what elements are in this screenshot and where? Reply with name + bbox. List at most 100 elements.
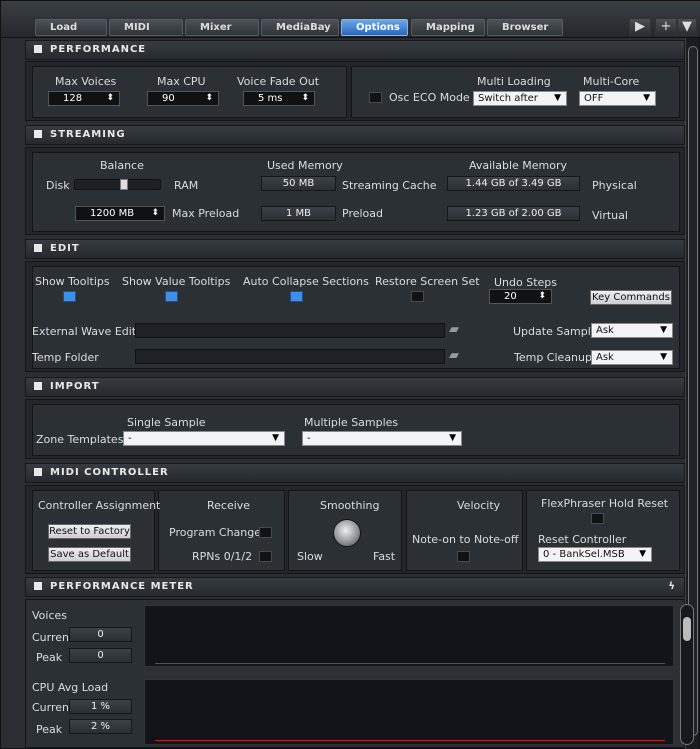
single-sample-select[interactable]: - ▼ xyxy=(123,431,285,446)
max-voices-input[interactable]: 128 ⬍ xyxy=(48,91,120,106)
tab-mixer[interactable]: Mixer xyxy=(185,19,259,36)
key-commands-button[interactable]: Key Commands xyxy=(590,290,672,305)
multi-core-label: Multi-Core xyxy=(583,75,640,88)
disk-label: Disk xyxy=(46,179,70,192)
lightning-icon[interactable]: ϟ xyxy=(668,578,676,596)
voices-label: Voices xyxy=(32,609,68,622)
performance-meter-panel: Voices Current 0 Peak 0 CPU Avg Load Cur… xyxy=(25,599,694,748)
preload-field: 1 MB xyxy=(261,206,336,221)
meter-scrollbar[interactable] xyxy=(680,604,694,745)
section-header-streaming[interactable]: STREAMING xyxy=(25,125,685,145)
max-preload-input[interactable]: 1200 MB ⬍ xyxy=(75,206,165,221)
folder-icon[interactable]: ▰ xyxy=(449,349,467,362)
show-tooltips-checkbox[interactable] xyxy=(63,291,76,302)
voice-fade-label: Voice Fade Out xyxy=(237,75,320,88)
smoothing-knob[interactable] xyxy=(333,519,361,547)
midi-controller-panel: Controller Assignment Reset to Factory S… xyxy=(25,485,685,574)
undo-steps-input[interactable]: 20 ⬍ xyxy=(489,289,552,304)
voices-meter xyxy=(144,605,674,667)
stepper-icon[interactable]: ⬍ xyxy=(106,92,114,105)
single-sample-label: Single Sample xyxy=(127,416,206,429)
tab-options[interactable]: Options xyxy=(341,19,408,36)
stepper-icon[interactable]: ⬍ xyxy=(301,92,309,105)
show-value-tooltips-checkbox[interactable] xyxy=(165,291,178,302)
collapse-icon[interactable] xyxy=(34,244,42,252)
multi-core-select[interactable]: OFF ▼ xyxy=(579,91,656,106)
stepper-icon[interactable]: ⬍ xyxy=(151,207,159,220)
balance-slider[interactable] xyxy=(74,179,161,190)
voices-current-label: Current xyxy=(32,631,74,644)
menu-icon[interactable]: ▼ xyxy=(677,18,697,36)
multi-core-value: OFF xyxy=(584,93,604,104)
streaming-panel: Balance Disk RAM Used Memory Available M… xyxy=(25,147,685,235)
multiple-samples-value: - xyxy=(307,433,311,444)
tab-mediabay[interactable]: MediaBay xyxy=(261,19,339,36)
voices-meter-line xyxy=(155,663,665,664)
section-header-import[interactable]: IMPORT xyxy=(25,377,685,397)
collapse-icon[interactable] xyxy=(34,45,42,53)
meter-scrollbar-thumb[interactable] xyxy=(683,617,691,641)
rpns-checkbox[interactable] xyxy=(259,551,272,562)
stepper-icon[interactable]: ⬍ xyxy=(538,290,546,303)
save-as-default-button[interactable]: Save as Default xyxy=(48,547,131,562)
external-wave-editor-input[interactable] xyxy=(135,323,445,338)
voices-peak-label: Peak xyxy=(36,651,63,664)
options-window: Load MIDI Mixer MediaBay Options Mapping… xyxy=(0,0,700,749)
max-cpu-input[interactable]: 90 ⬍ xyxy=(147,91,219,106)
collapse-icon[interactable] xyxy=(34,382,42,390)
temp-cleanup-select[interactable]: Ask ▼ xyxy=(591,350,673,365)
note-on-to-off-label: Note-on to Note-off xyxy=(412,533,519,546)
section-title: MIDI CONTROLLER xyxy=(50,467,169,478)
cpu-peak-field: 2 % xyxy=(69,719,132,734)
collapse-icon[interactable] xyxy=(34,468,42,476)
section-header-performance-meter[interactable]: PERFORMANCE METER ϟ xyxy=(25,577,685,597)
add-icon[interactable]: + xyxy=(655,18,677,36)
zone-templates-label: Zone Templates xyxy=(36,433,124,446)
program-changes-checkbox[interactable] xyxy=(259,527,272,538)
reset-controller-label: Reset Controller xyxy=(538,533,627,546)
collapse-icon[interactable] xyxy=(34,130,42,138)
temp-folder-input[interactable] xyxy=(135,349,445,364)
reset-controller-select[interactable]: 0 - BankSel.MSB ▼ xyxy=(538,547,652,562)
restore-screen-set-checkbox[interactable] xyxy=(411,291,424,302)
section-header-midi-controller[interactable]: MIDI CONTROLLER xyxy=(25,463,685,483)
show-value-tooltips-label: Show Value Tooltips xyxy=(122,275,231,288)
collapse-icon[interactable] xyxy=(34,582,42,590)
section-header-edit[interactable]: EDIT xyxy=(25,239,685,259)
physical-memory-field: 1.44 GB of 3.49 GB xyxy=(447,176,580,191)
smoothing-label: Smoothing xyxy=(320,499,380,512)
section-title: PERFORMANCE METER xyxy=(50,581,194,592)
update-sample-select[interactable]: Ask ▼ xyxy=(591,323,673,338)
streaming-cache-label: Streaming Cache xyxy=(342,179,437,192)
dropdown-icon: ▼ xyxy=(554,93,561,103)
velocity-label: Velocity xyxy=(457,499,501,512)
multi-loading-select[interactable]: Switch after ▼ xyxy=(473,91,567,106)
tab-mapping[interactable]: Mapping xyxy=(411,19,485,36)
reset-controller-value: 0 - BankSel.MSB xyxy=(543,549,625,560)
virtual-label: Virtual xyxy=(592,209,628,222)
voice-fade-input[interactable]: 5 ms ⬍ xyxy=(243,91,315,106)
folder-icon[interactable]: ▰ xyxy=(449,323,467,336)
section-title: EDIT xyxy=(50,243,80,254)
stepper-icon[interactable]: ⬍ xyxy=(205,92,213,105)
osc-eco-checkbox[interactable] xyxy=(369,92,382,103)
auto-collapse-checkbox[interactable] xyxy=(290,291,303,302)
voice-fade-value: 5 ms xyxy=(258,93,283,104)
flexphraser-checkbox[interactable] xyxy=(591,513,604,524)
tab-midi[interactable]: MIDI xyxy=(109,19,183,36)
tab-browser[interactable]: Browser xyxy=(487,19,563,36)
multiple-samples-label: Multiple Samples xyxy=(304,416,399,429)
multiple-samples-select[interactable]: - ▼ xyxy=(302,431,462,446)
play-icon[interactable]: ▶ xyxy=(629,18,651,36)
fast-label: Fast xyxy=(373,550,396,563)
note-on-to-off-checkbox[interactable] xyxy=(457,551,470,562)
reset-to-factory-button[interactable]: Reset to Factory xyxy=(48,524,131,539)
section-header-performance[interactable]: PERFORMANCE xyxy=(25,40,685,60)
edit-panel: Show Tooltips Show Value Tooltips Auto C… xyxy=(25,261,685,372)
flexphraser-label: FlexPhraser Hold Reset xyxy=(541,497,669,510)
balance-handle[interactable] xyxy=(120,179,128,190)
tab-load[interactable]: Load xyxy=(35,19,107,36)
external-wave-editor-label: External Wave Editor xyxy=(32,325,148,338)
cpu-meter xyxy=(144,679,674,745)
virtual-memory-field: 1.23 GB of 2.00 GB xyxy=(447,206,580,221)
